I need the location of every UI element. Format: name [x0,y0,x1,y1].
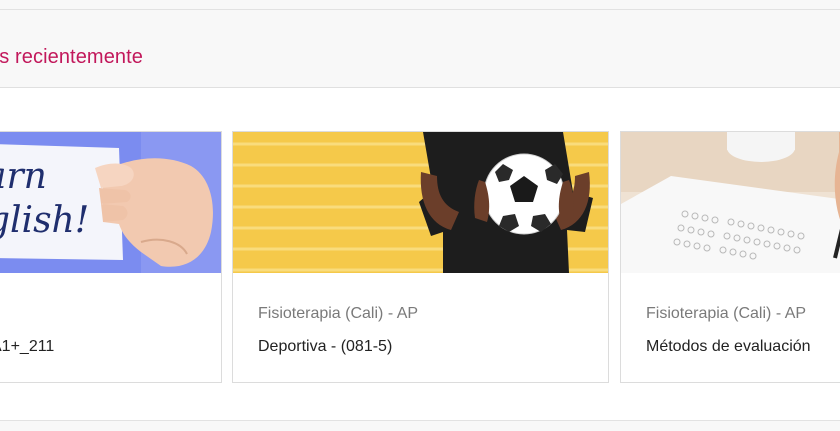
course-name-link[interactable]: Métodos de evaluación [646,338,811,356]
course-category: Fisioterapia (Cali) - AP [646,305,807,322]
course-card[interactable]: Fisioterapia (Cali) - AP Deportiva - (08… [232,131,609,383]
top-divider [0,0,840,10]
learn-english-card-image[interactable]: arn glish! [0,132,221,273]
course-name-link[interactable]: A1+_211 [0,338,54,356]
course-card[interactable]: arn glish! A1+_211 [0,131,222,383]
course-name-link[interactable]: Deportiva - (081-5) [258,338,392,356]
bottom-divider [0,420,840,431]
section-header: os recientemente [0,10,840,88]
section-title: os recientemente [0,46,144,68]
soccer-ball-image[interactable] [233,132,608,273]
exam-sheet-image[interactable] [621,132,840,273]
image-text-learn: arn [0,156,47,197]
course-category: Fisioterapia (Cali) - AP [258,305,419,322]
image-text-english: glish! [0,200,89,241]
course-card[interactable]: Fisioterapia (Cali) - AP Métodos de eval… [620,131,840,383]
